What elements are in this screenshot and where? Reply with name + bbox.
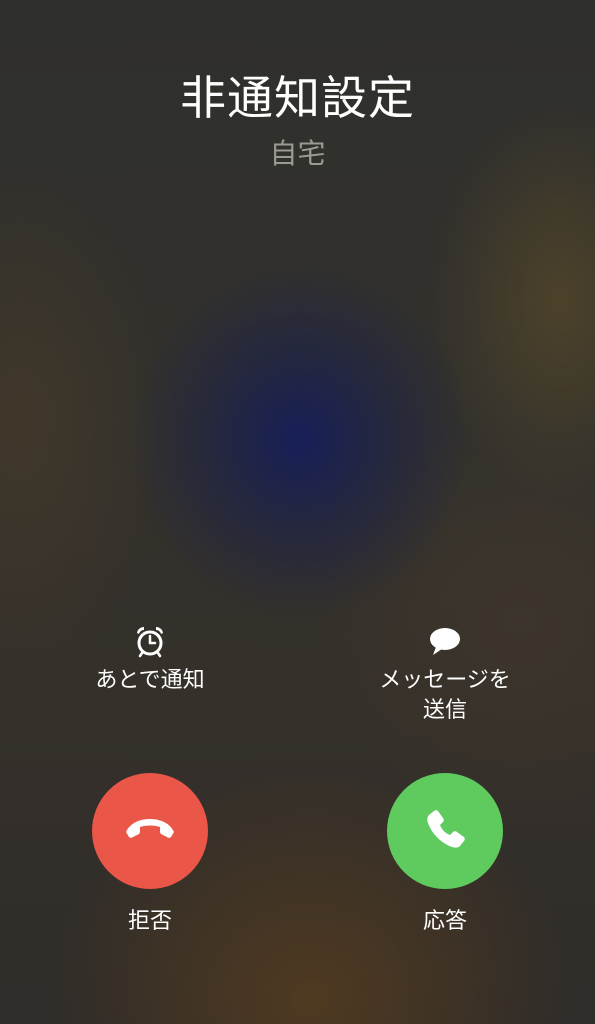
- message-bubble-icon: [428, 624, 462, 658]
- alarm-clock-icon: [133, 624, 167, 658]
- send-message-label: メッセージを 送信: [379, 668, 511, 723]
- accept-button[interactable]: [387, 773, 503, 889]
- phone-hangup-icon: [120, 799, 180, 863]
- incoming-call-screen: 非通知設定 自宅 あとで通知 メッセージを 送信 拒否 応答: [0, 0, 595, 1024]
- phone-icon: [415, 799, 475, 863]
- accept-label: 応答: [422, 909, 467, 934]
- send-message-button[interactable]: メッセージを 送信: [345, 624, 545, 726]
- decline-label: 拒否: [127, 909, 172, 934]
- caller-name: 非通知設定: [180, 71, 415, 125]
- caller-label: 自宅: [269, 137, 326, 170]
- remind-me-button[interactable]: あとで通知: [50, 624, 250, 696]
- decline-button[interactable]: [92, 773, 208, 889]
- remind-me-label: あとで通知: [95, 668, 205, 693]
